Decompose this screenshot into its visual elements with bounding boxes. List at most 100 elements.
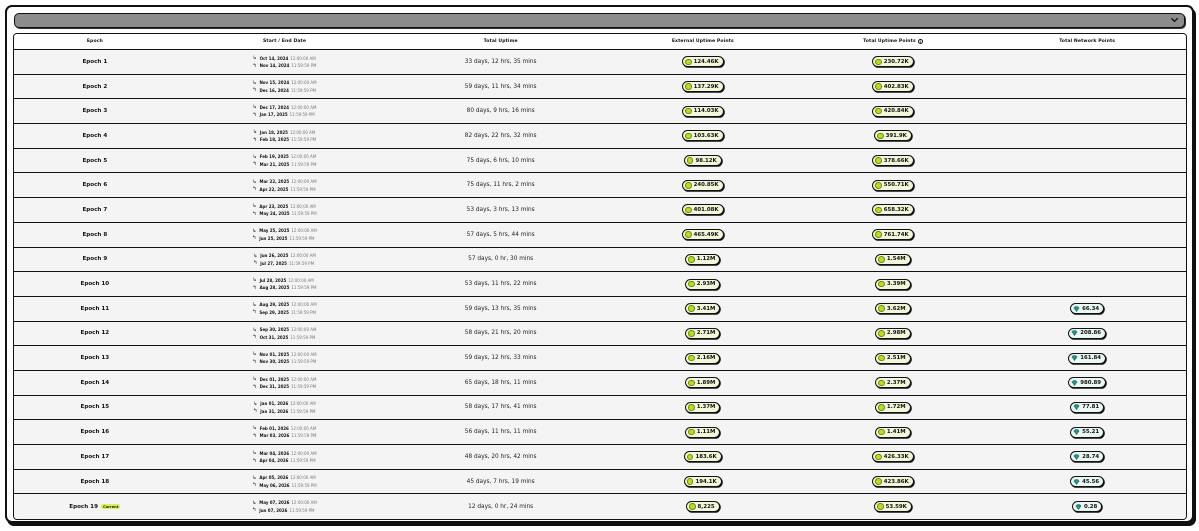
- external-points-pill: 8,225: [686, 501, 720, 513]
- total-points-value: 423.86K: [883, 478, 909, 485]
- table-row: Epoch 15 ↳ Jan 01, 2026 12:00:00 AM ↰ Jan 31,…: [14, 395, 1186, 421]
- network-cell: 161.84: [988, 346, 1186, 370]
- end-date-line: ↰ Jan 31, 2026 11:59:59 PM: [253, 409, 315, 414]
- total-cell: 420.84K: [798, 99, 989, 123]
- external-cell: 1.89M: [608, 371, 798, 395]
- epoch-cell: Epoch 17: [14, 445, 176, 469]
- start-date: May 07, 2026: [259, 500, 290, 506]
- info-icon[interactable]: i: [917, 39, 923, 44]
- lime-dot-icon: [878, 404, 885, 411]
- network-points-pill: 77.81: [1070, 401, 1105, 413]
- epoch-name: Epoch 1: [82, 58, 108, 65]
- epoch-cell: Epoch 2: [14, 75, 176, 99]
- total-points-value: 378.66K: [883, 157, 909, 164]
- end-arrow-icon: ↰: [252, 457, 257, 464]
- uptime-cell: 53 days, 11 hrs, 22 mins: [393, 272, 608, 296]
- external-points-pill: 2.16M: [685, 352, 721, 364]
- start-arrow-icon: ↳: [252, 301, 257, 308]
- network-points-value: 45.56: [1082, 478, 1100, 485]
- total-points-pill: 3.39M: [875, 278, 911, 290]
- end-date-line: ↰ Mar 03, 2026 11:59:59 PM: [253, 433, 317, 438]
- start-time: 12:00:00 AM: [290, 55, 316, 61]
- end-time: 11:59:59 PM: [290, 458, 316, 464]
- uptime-cell: 82 days, 22 hrs, 32 mins: [393, 124, 608, 148]
- end-arrow-icon: ↰: [252, 111, 257, 118]
- end-arrow-icon: ↰: [252, 62, 257, 69]
- end-date: Apr 04, 2026: [259, 458, 289, 464]
- external-points-value: 3.41M: [696, 305, 716, 312]
- header-uptime: Total Uptime: [483, 39, 518, 44]
- total-points-value: 420.84K: [883, 108, 909, 115]
- chevron-down-icon[interactable]: [1169, 14, 1180, 26]
- total-points-value: 426.33K: [883, 453, 909, 460]
- lime-dot-icon: [875, 157, 882, 164]
- epoch-dropdown[interactable]: [14, 13, 1185, 28]
- start-date: Dec 17, 2024: [259, 104, 290, 110]
- epoch-name: Epoch 6: [82, 182, 108, 189]
- end-arrow-icon: ↰: [252, 358, 257, 365]
- start-date-line: ↳ Apr 23, 2025 12:00:00 AM: [252, 204, 315, 209]
- header-network: Total Network Points: [1059, 39, 1116, 44]
- uptime-value: 80 days, 9 hrs, 16 mins: [466, 108, 535, 115]
- start-time: 12:00:00 AM: [291, 179, 317, 185]
- external-points-value: 124.46K: [693, 58, 719, 65]
- start-date: Feb 19, 2025: [259, 154, 289, 160]
- uptime-cell: 59 days, 12 hrs, 33 mins: [393, 346, 608, 370]
- external-points-pill: 2.71M: [685, 327, 721, 339]
- epoch-name: Epoch 5: [82, 157, 108, 164]
- end-date-line: ↰ Feb 18, 2025 11:59:59 PM: [253, 137, 316, 142]
- dates-cell: ↳ Aug 29, 2025 12:00:00 AM ↰ Sep 29, 2025 11:…: [176, 297, 394, 321]
- start-time: 12:00:00 AM: [291, 80, 317, 86]
- dates-cell: ↳ Dec 01, 2025 12:00:00 AM ↰ Dec 31, 2025 11:…: [176, 371, 394, 395]
- epoch-cell: Epoch 16: [14, 420, 176, 444]
- header-total-uptime-points: Total Uptime Points i: [798, 39, 989, 44]
- start-date-line: ↳ Jun 26, 2025 12:00:00 AM: [253, 253, 316, 258]
- external-points-pill: 1.37M: [685, 401, 721, 413]
- start-time: 12:00:00 AM: [290, 475, 316, 481]
- end-time: 11:59:59 PM: [289, 507, 315, 513]
- uptime-value: 48 days, 20 hrs, 42 mins: [464, 453, 537, 460]
- header-epoch: Epoch: [86, 39, 103, 44]
- total-points-value: 761.74K: [883, 231, 909, 238]
- end-time: 11:59:59 PM: [289, 112, 315, 118]
- external-points-value: 1.89M: [696, 379, 716, 386]
- total-points-pill: 391.9K: [874, 130, 912, 142]
- end-date: Jun 07, 2026: [259, 507, 288, 513]
- end-date-line: ↰ Jun 07, 2026 11:59:59 PM: [252, 508, 314, 513]
- start-date: Jun 26, 2025: [260, 253, 289, 259]
- lime-dot-icon: [689, 503, 696, 510]
- start-arrow-icon: ↳: [252, 227, 257, 234]
- network-points-pill: 55.21: [1070, 426, 1105, 438]
- external-cell: 1.11M: [608, 420, 798, 444]
- epoch-cell: Epoch 7: [14, 198, 176, 222]
- lime-dot-icon: [685, 58, 692, 66]
- start-arrow-icon: ↳: [252, 326, 257, 333]
- network-cell: [988, 149, 1186, 173]
- end-date: Nov 30, 2025: [259, 359, 290, 365]
- total-cell: 3.62M: [798, 297, 989, 321]
- epoch-name: Epoch 11: [80, 305, 110, 312]
- external-cell: 98.12K: [608, 149, 798, 173]
- uptime-value: 75 days, 6 hrs, 10 mins: [466, 157, 535, 164]
- network-points-value: 77.81: [1082, 404, 1100, 411]
- end-date: Mar 21, 2025: [259, 161, 290, 167]
- total-cell: 423.86K: [798, 470, 989, 494]
- start-date: Sep 30, 2025: [259, 327, 290, 333]
- epoch-table: Epoch Start / End Date Total Uptime Exte…: [13, 33, 1187, 520]
- end-date: Nov 14, 2024: [259, 63, 290, 69]
- start-time: 12:00:00 AM: [289, 129, 316, 135]
- epoch-name: Epoch 3: [82, 108, 108, 115]
- total-cell: 402.83K: [798, 75, 989, 99]
- network-points-pill: 208.86: [1068, 327, 1107, 339]
- total-points-value: 2.98M: [886, 330, 906, 337]
- epoch-cell: Epoch 15: [14, 396, 176, 420]
- total-cell: 1.72M: [798, 396, 989, 420]
- epoch-cell: Epoch 19 Current: [14, 494, 176, 519]
- epoch-name: Epoch 16: [80, 429, 110, 436]
- network-points-value: 208.86: [1080, 330, 1102, 337]
- external-cell: 8,225: [608, 494, 798, 519]
- uptime-value: 53 days, 11 hrs, 22 mins: [464, 281, 537, 288]
- start-date-line: ↳ Sep 30, 2025 12:00:00 AM: [253, 327, 317, 332]
- network-cell: [988, 99, 1186, 123]
- end-time: 11:59:59 PM: [291, 285, 317, 291]
